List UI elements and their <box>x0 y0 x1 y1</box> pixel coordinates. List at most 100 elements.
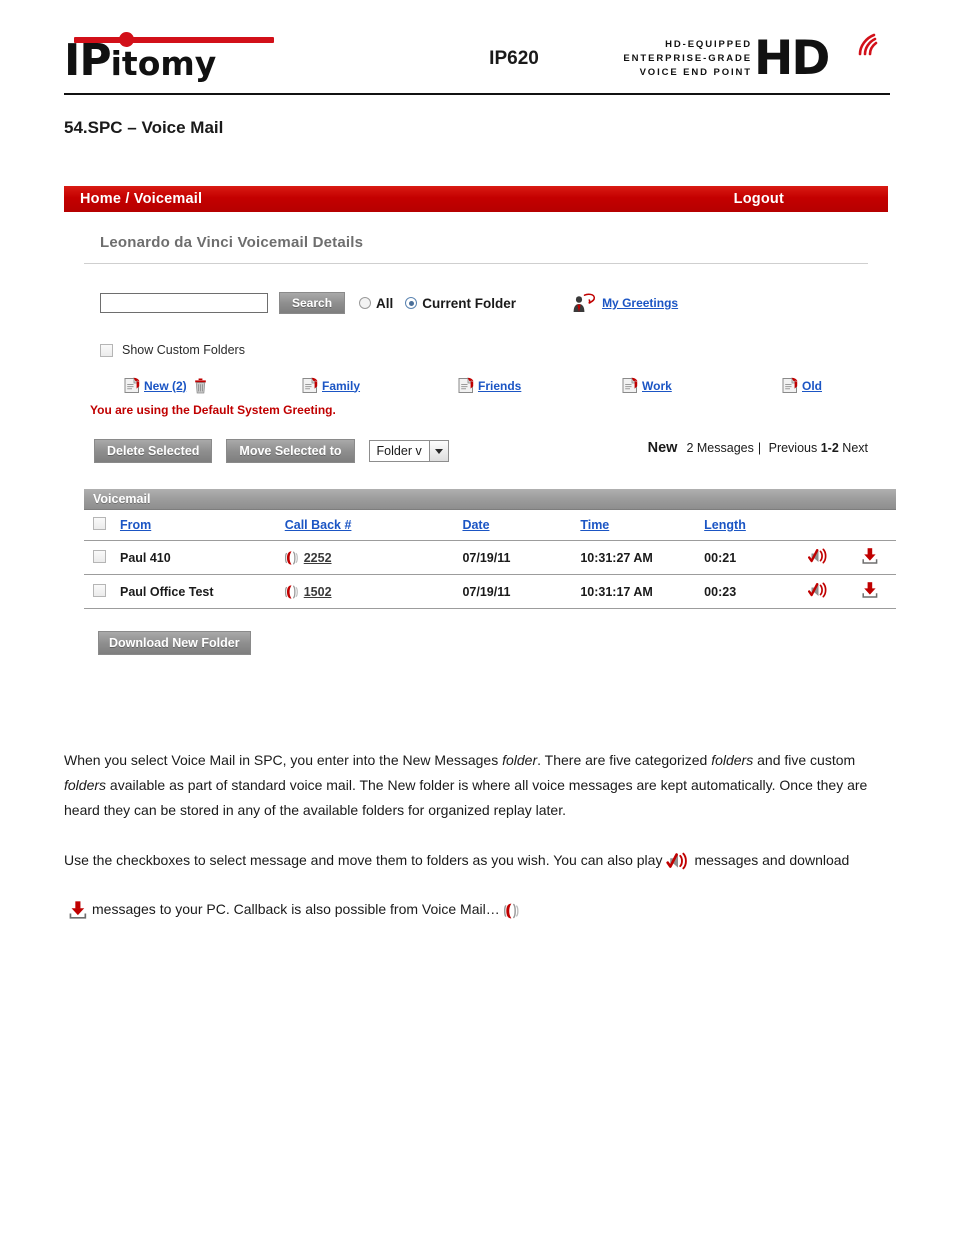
column-header-callback-link[interactable]: Call Back # <box>285 518 352 532</box>
row-from: Paul Office Test <box>115 574 281 609</box>
document-folder-icon <box>782 377 798 394</box>
select-all-cell[interactable] <box>84 510 116 541</box>
download-new-folder-button[interactable]: Download New Folder <box>98 631 251 655</box>
folder-tabs: New (2) Family Friends Work Old <box>80 357 872 394</box>
p1-italic-2: folders <box>711 752 754 768</box>
row-download-cell[interactable] <box>844 540 896 575</box>
row-length: 00:23 <box>700 574 793 609</box>
folder-tab-friends-label[interactable]: Friends <box>478 379 521 393</box>
row-play-cell[interactable] <box>792 540 845 575</box>
download-arrow-icon <box>68 900 88 920</box>
column-header-from[interactable]: From <box>115 510 281 541</box>
move-selected-to-button[interactable]: Move Selected to <box>226 439 355 463</box>
pagination-previous[interactable]: Previous <box>769 441 818 455</box>
phone-callback-icon[interactable] <box>284 584 300 600</box>
row-select-cell[interactable] <box>84 540 116 575</box>
hd-logo: HD <box>754 34 882 86</box>
search-input[interactable] <box>100 293 268 313</box>
hd-tagline-line-2: ENTERPRISE-GRADE <box>623 53 752 64</box>
folder-tab-family[interactable]: Family <box>302 377 360 394</box>
radio-all-indicator[interactable] <box>359 297 372 309</box>
folder-select[interactable]: Folder v <box>368 440 449 462</box>
folder-tab-family-label[interactable]: Family <box>322 379 360 393</box>
pagination-count: 2 Messages <box>686 441 754 455</box>
row-play-cell[interactable] <box>792 574 845 609</box>
pagination-next[interactable]: Next <box>842 441 868 455</box>
folder-select-value: Folder v <box>369 441 429 461</box>
radio-current-folder-indicator[interactable] <box>405 297 418 309</box>
column-header-from-link[interactable]: From <box>120 518 151 532</box>
pagination-range: 1-2 <box>820 441 839 455</box>
delete-selected-button[interactable]: Delete Selected <box>94 439 213 463</box>
select-all-checkbox[interactable] <box>93 517 106 530</box>
column-header-callback[interactable]: Call Back # <box>280 510 459 541</box>
row-checkbox[interactable] <box>93 583 106 597</box>
row-callback-cell: 1502 <box>280 574 459 609</box>
column-header-time[interactable]: Time <box>576 510 701 541</box>
scope-all-label: All <box>376 295 394 311</box>
show-custom-folders-label: Show Custom Folders <box>122 343 245 357</box>
trash-icon[interactable] <box>194 378 207 394</box>
row-callback-number[interactable]: 2252 <box>304 551 332 565</box>
scope-radio-current-folder[interactable]: Current Folder <box>405 296 516 311</box>
column-header-date[interactable]: Date <box>458 510 577 541</box>
folder-tab-old[interactable]: Old <box>782 377 822 394</box>
row-callback-number[interactable]: 1502 <box>304 585 332 599</box>
row-callback-cell: 2252 <box>280 540 459 575</box>
logo-wordmark: IPitomy <box>64 38 216 87</box>
voicemail-table: From Call Back # Date Time Length Paul 4… <box>84 510 896 609</box>
download-arrow-icon[interactable] <box>861 581 879 599</box>
column-header-play <box>792 510 845 541</box>
column-header-time-link[interactable]: Time <box>580 518 609 532</box>
phone-callback-icon <box>503 902 521 920</box>
ipitomy-logo: IPitomy <box>64 32 334 84</box>
logo-wordmark-ip: IP <box>64 35 112 86</box>
voicemail-table-caption: Voicemail <box>84 489 896 510</box>
search-button[interactable]: Search <box>279 292 346 314</box>
chevron-down-icon[interactable] <box>428 441 448 461</box>
speaker-play-icon[interactable] <box>807 581 829 599</box>
pagination-separator: | <box>757 441 762 455</box>
row-checkbox[interactable] <box>93 549 106 563</box>
scope-radio-all[interactable]: All <box>359 296 393 311</box>
my-greetings[interactable]: My Greetings <box>572 293 678 314</box>
body-paragraph-1: When you select Voice Mail in SPC, you e… <box>64 748 876 823</box>
column-header-date-link[interactable]: Date <box>462 518 489 532</box>
row-length: 00:21 <box>700 540 793 575</box>
document-header: IPitomy IP620 HD-EQUIPPED ENTERPRISE-GRA… <box>64 28 890 90</box>
p2-text-c: messages to your PC. Callback is also po… <box>92 901 500 917</box>
breadcrumb[interactable]: Home / Voicemail <box>80 191 202 207</box>
table-header-row: From Call Back # Date Time Length <box>84 510 896 541</box>
action-row: Delete Selected Move Selected to Folder … <box>80 417 872 463</box>
show-custom-folders-checkbox[interactable] <box>100 343 113 357</box>
speaker-play-icon[interactable] <box>807 547 829 565</box>
folder-tab-work-label[interactable]: Work <box>642 379 672 393</box>
section-heading: 54.SPC – Voice Mail <box>64 118 224 137</box>
show-custom-folders-row[interactable]: Show Custom Folders <box>80 314 872 357</box>
row-from: Paul 410 <box>115 540 281 575</box>
pagination-folder-name: New <box>647 440 678 456</box>
phone-callback-icon[interactable] <box>284 550 300 566</box>
column-header-length-link[interactable]: Length <box>704 518 746 532</box>
table-row: Paul 410 2252 07/19/11 10:31:27 AM 00:21 <box>84 540 896 575</box>
column-header-length[interactable]: Length <box>700 510 793 541</box>
row-time: 10:31:27 AM <box>576 540 701 575</box>
hd-tagline-line-1: HD-EQUIPPED <box>665 39 752 50</box>
folder-tab-new[interactable]: New (2) <box>124 377 207 394</box>
body-paragraph-2: Use the checkboxes to select message and… <box>64 836 876 934</box>
logout-link[interactable]: Logout <box>734 191 784 207</box>
p1-italic-3: folders <box>64 777 107 793</box>
folder-tab-old-label[interactable]: Old <box>802 379 822 393</box>
my-greetings-link[interactable]: My Greetings <box>602 296 678 310</box>
app-body: Leonardo da Vinci Voicemail Details Sear… <box>64 212 896 655</box>
folder-tab-new-label[interactable]: New (2) <box>144 379 187 393</box>
row-select-cell[interactable] <box>84 574 116 609</box>
download-arrow-icon[interactable] <box>861 547 879 565</box>
p1-text-c: and five custom <box>753 752 856 768</box>
row-download-cell[interactable] <box>844 574 896 609</box>
row-date: 07/19/11 <box>458 574 577 609</box>
row-time: 10:31:17 AM <box>576 574 701 609</box>
pagination: New 2 Messages | Previous 1-2 Next <box>648 440 868 456</box>
folder-tab-friends[interactable]: Friends <box>458 377 521 394</box>
folder-tab-work[interactable]: Work <box>622 377 672 394</box>
